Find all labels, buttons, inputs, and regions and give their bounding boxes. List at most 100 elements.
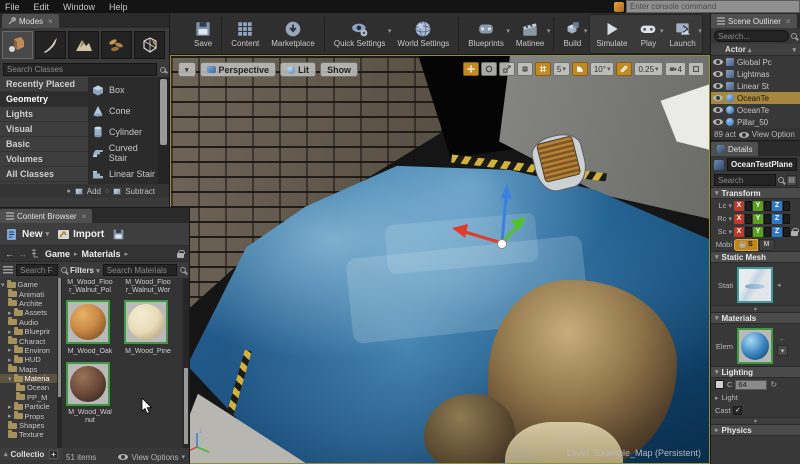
move-tool-button[interactable] [462, 62, 479, 76]
outliner-row[interactable]: OceanTe [711, 104, 800, 116]
search-assets-input[interactable] [102, 264, 177, 276]
folder-item[interactable]: Maps [0, 364, 57, 374]
visibility-eye-icon[interactable] [713, 59, 723, 65]
asset-label[interactable]: M_Wood_Floo r_Walnut_Wor [122, 279, 174, 295]
visibility-eye-icon[interactable] [713, 83, 723, 89]
category-all-classes[interactable]: All Classes [0, 167, 88, 182]
asset-grid-scrollbar[interactable] [183, 278, 189, 448]
breadcrumb-game[interactable]: Game [45, 249, 70, 259]
chevron-down-icon[interactable]: ▾ [584, 27, 588, 35]
materials-section-header[interactable]: ▾ Materials [711, 312, 800, 324]
asset-label[interactable]: M_Wood_Floo r_Walnut_Pol [64, 279, 116, 295]
scene-outliner-tab[interactable]: Scene Outliner × [711, 14, 797, 28]
folder-item[interactable]: Audio [0, 317, 57, 327]
outliner-view-options[interactable]: View Option [752, 130, 795, 139]
new-asset-button[interactable]: New ▾ [6, 228, 49, 241]
camera-speed-button[interactable]: 4 [664, 62, 686, 76]
geometry-item-cone[interactable]: Cone [88, 100, 158, 121]
rotate-tool-button[interactable] [480, 62, 497, 76]
breadcrumb-materials[interactable]: Materials [82, 249, 121, 259]
visibility-eye-icon[interactable] [713, 71, 723, 77]
launch-button[interactable]: Launch ▾ [663, 15, 702, 53]
geometry-list-scrollbar[interactable] [158, 77, 169, 184]
lock-sources-icon[interactable] [177, 249, 185, 258]
folder-item[interactable]: ▸ HUD [0, 354, 57, 364]
details-tab[interactable]: Details [711, 142, 759, 156]
menu-file[interactable]: File [5, 2, 20, 12]
matinee-button[interactable]: Matinee ▾ [510, 15, 550, 53]
modes-tab[interactable]: Modes × [2, 14, 59, 28]
mode-place-button[interactable] [2, 31, 33, 59]
outliner-row[interactable]: Global Pc [711, 56, 800, 68]
folder-item[interactable]: PP_M [0, 392, 57, 402]
brush-add-label[interactable]: Add [87, 187, 101, 196]
add-collection-button[interactable]: + [49, 449, 58, 459]
grid-snap-toggle[interactable] [534, 62, 551, 76]
rotation-snap-toggle[interactable] [571, 62, 588, 76]
category-lights[interactable]: Lights [0, 107, 88, 122]
folder-item[interactable]: Animati [0, 289, 57, 299]
outliner-row[interactable]: Pillar_50 [711, 116, 800, 128]
static-mesh-thumbnail[interactable] [737, 267, 773, 303]
save-all-icon[interactable] [112, 228, 125, 241]
outliner-row-selected[interactable]: OceanTe [711, 92, 800, 104]
menu-edit[interactable]: Edit [34, 2, 50, 12]
search-classes-input[interactable] [3, 63, 157, 76]
category-recently-placed[interactable]: Recently Placed [0, 77, 88, 92]
surface-snap-button[interactable] [516, 62, 533, 76]
play-button[interactable]: Play ▾ [633, 15, 663, 53]
folder-item[interactable]: ▸ Assets [0, 307, 57, 317]
content-browser-close-icon[interactable]: × [82, 212, 87, 221]
folder-item[interactable]: Texture [0, 429, 57, 439]
geometry-item-linear-stair[interactable]: Linear Stair [88, 163, 158, 184]
lightmap-resolution-field[interactable]: 64 [735, 379, 768, 390]
y-value-field[interactable] [764, 200, 771, 211]
scale-snap-toggle[interactable] [616, 62, 633, 76]
menu-help[interactable]: Help [109, 2, 128, 12]
visibility-eye-icon[interactable] [713, 119, 723, 125]
folder-materials-selected[interactable]: ▾ Materia [0, 373, 57, 384]
scale-label[interactable]: Sc ▾ [713, 227, 733, 236]
mode-geometry-button[interactable] [134, 31, 165, 59]
details-search-input[interactable] [714, 174, 776, 186]
folder-item[interactable]: ▸ Particle [0, 401, 57, 411]
outliner-column-header[interactable]: Actor ▴ ▾ [711, 44, 800, 56]
folder-item[interactable]: ▸ Blueprir [0, 326, 57, 336]
forward-arrow-icon[interactable]: → [18, 249, 27, 259]
console-command-input[interactable] [626, 0, 800, 13]
use-selected-icon[interactable]: ← [779, 336, 786, 343]
mobility-movable-button[interactable]: M [758, 238, 775, 251]
show-button[interactable]: Show [320, 62, 359, 77]
asset-thumbnail-pine[interactable] [124, 300, 168, 344]
modes-close-icon[interactable]: × [48, 17, 53, 26]
physics-section-header[interactable]: ▸ Physics [711, 424, 800, 436]
save-button[interactable]: Save [188, 15, 218, 53]
transform-gizmo[interactable] [171, 56, 710, 464]
folder-item[interactable]: ▸ Props [0, 411, 57, 421]
browse-left-icon[interactable]: ◂ [777, 281, 781, 289]
world-settings-button[interactable]: World Settings [391, 15, 455, 53]
x-value-field[interactable] [745, 226, 752, 237]
grid-snap-value[interactable]: 5 ▾ [552, 62, 570, 76]
lighting-section-header[interactable]: ▾ Lighting [711, 366, 800, 378]
asset-thumbnail-walnut[interactable] [66, 362, 110, 406]
radio-on-icon[interactable]: ● [67, 188, 71, 195]
visibility-eye-icon[interactable] [713, 95, 723, 101]
mode-landscape-button[interactable] [68, 31, 99, 59]
folder-item[interactable]: ▸ Environ [0, 345, 57, 355]
material-thumbnail[interactable] [737, 328, 773, 364]
folder-game[interactable]: ▾ Game [0, 279, 57, 289]
build-button[interactable]: Build ▾ [557, 15, 587, 53]
outliner-search-input[interactable] [714, 30, 789, 42]
back-arrow-icon[interactable]: ← [5, 249, 14, 259]
blueprints-button[interactable]: Blueprints ▾ [462, 15, 510, 53]
mode-foliage-button[interactable] [101, 31, 132, 59]
y-value-field[interactable] [764, 213, 771, 224]
asset-label[interactable]: M_Wood_Pine [122, 348, 174, 356]
geometry-item-curved-stair[interactable]: Curved Stair [88, 142, 158, 163]
geometry-item-box[interactable]: Box [88, 79, 158, 100]
import-button[interactable]: Import [57, 228, 104, 241]
outliner-close-icon[interactable]: × [786, 17, 791, 26]
content-browser-tab[interactable]: Content Browser × [0, 209, 93, 223]
chevron-down-icon[interactable]: ▾ [547, 27, 551, 35]
